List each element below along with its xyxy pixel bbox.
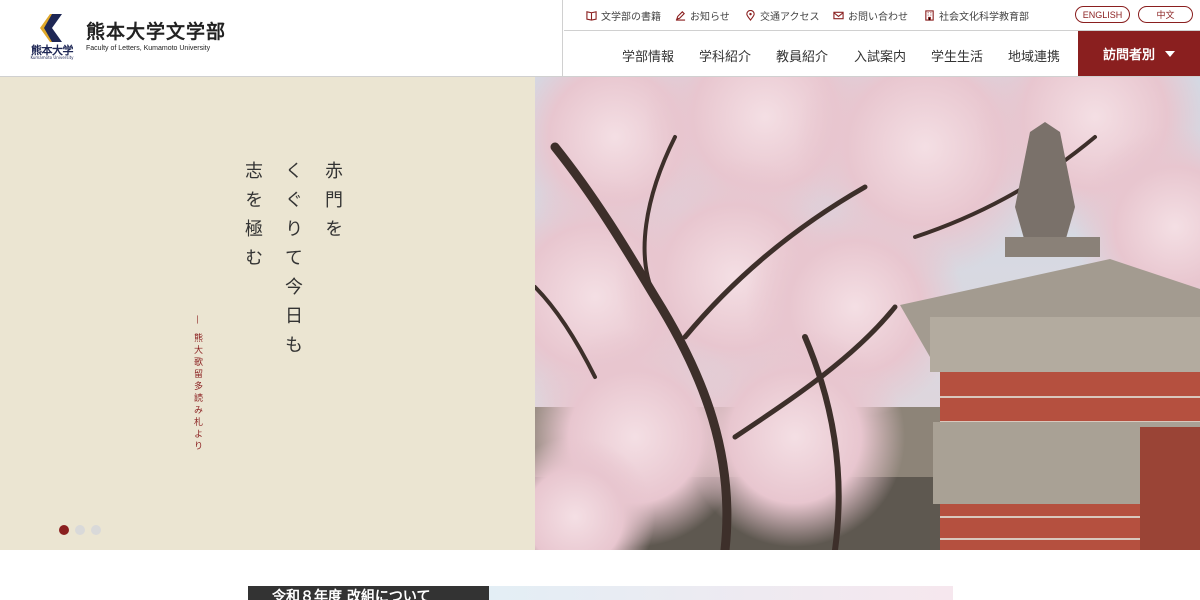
logo-link[interactable]: 熊本大学 Kumamoto University 熊本大学文学部 Faculty… [0,0,563,76]
news-heading-banner[interactable]: 令和８年度 改組について [248,586,489,600]
building-icon [925,9,934,21]
site-header: 熊本大学 Kumamoto University 熊本大学文学部 Faculty… [0,0,1200,77]
util-link-news[interactable]: お知らせ [675,8,730,23]
util-link-graduate-school[interactable]: 社会文化科学教育部 [924,8,1029,23]
news-heading: 令和８年度 改組について [272,589,431,600]
site-subtitle: Faculty of Letters, Kumamoto University [86,45,211,52]
site-title: 熊本大学文学部 [86,21,227,43]
nav-faculty-members[interactable]: 教員紹介 [776,46,828,65]
slider-dot-2[interactable] [75,525,85,535]
hero-text-panel: 赤門を くぐりて今日も 志を極む — 熊大歌留多読み札より [0,77,535,550]
hero-poem-line-1: 赤門を [322,161,343,248]
slider-dot-3[interactable] [91,525,101,535]
util-link-books[interactable]: 文学部の書籍 [586,8,661,23]
util-link-contact[interactable]: お問い合わせ [833,8,908,23]
nav-admissions[interactable]: 入試案内 [854,46,906,65]
pencil-icon [675,10,686,21]
util-link-label: 文学部の書籍 [601,11,661,23]
nav-community[interactable]: 地域連携 [1008,46,1060,65]
visitor-menu-button[interactable]: 訪問者別 [1078,31,1200,76]
nav-student-life[interactable]: 学生生活 [931,46,983,65]
caret-down-icon [1165,50,1175,57]
slider-pagination [59,525,101,535]
util-link-label: 社会文化科学教育部 [939,11,1029,23]
util-link-label: お知らせ [690,11,730,23]
emblem-subname: Kumamoto University [30,55,74,60]
book-icon [586,10,597,21]
chinese-button[interactable]: 中文 [1138,6,1193,23]
hero-photo [535,77,1200,550]
utility-bar: 文学部の書籍 お知らせ 交通アクセス お問い合わせ 社会文化科学教育部 ENGL… [564,0,1200,31]
nav-departments[interactable]: 学科紹介 [699,46,751,65]
hero-poem-line-2: くぐりて今日も [282,161,303,364]
slider-dot-1[interactable] [59,525,69,535]
visitor-menu-label: 訪問者別 [1102,48,1155,63]
english-button[interactable]: ENGLISH [1075,6,1130,23]
hero-quote-source: — 熊大歌留多読み札より [192,315,202,453]
news-banner-image[interactable] [489,586,953,600]
util-link-access[interactable]: 交通アクセス [745,8,820,23]
university-emblem: 熊本大学 Kumamoto University [28,14,76,62]
mail-icon [833,11,844,19]
hero-poem-line-3: 志を極む [242,161,263,277]
util-link-label: お問い合わせ [848,11,908,23]
map-pin-icon [746,9,755,21]
emblem-chevron-icon [40,14,62,42]
nav-faculty-info[interactable]: 学部情報 [622,46,674,65]
cherry-blossom-gate-image [535,77,1200,550]
util-link-label: 交通アクセス [760,11,820,23]
